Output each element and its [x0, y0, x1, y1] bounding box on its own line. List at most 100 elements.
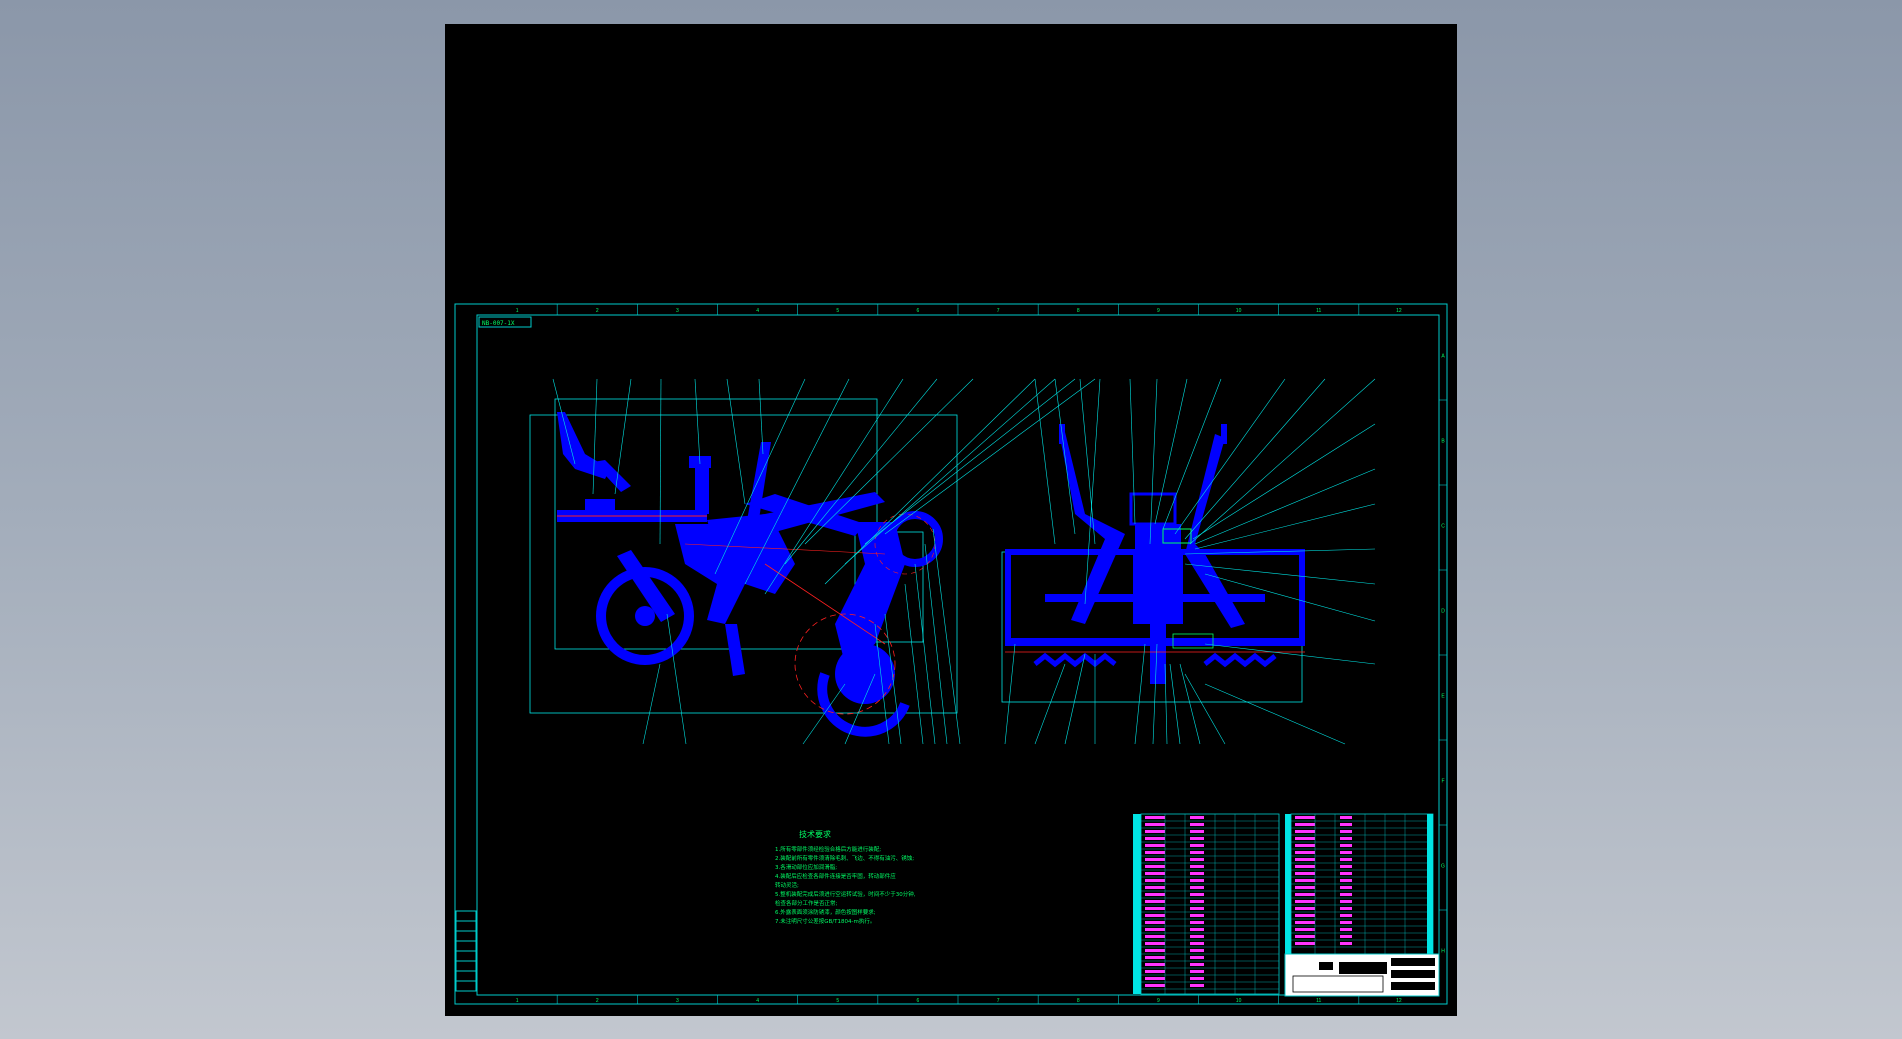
tech-requirement-line: 5.整机装配完成后须进行空运转试验，时间不少于30分钟, [775, 890, 916, 898]
col-label-top: 2 [596, 308, 599, 314]
parts-cell-mark [1145, 858, 1165, 861]
parts-cell-mark [1145, 893, 1165, 896]
title-block [1284, 953, 1440, 997]
parts-cell-mark [1340, 872, 1352, 875]
parts-cell-mark [1145, 907, 1165, 910]
col-label-bottom: 4 [756, 998, 759, 1004]
col-label-top: 4 [756, 308, 759, 314]
parts-cell-mark [1340, 921, 1352, 924]
parts-cell-mark [1190, 956, 1204, 959]
parts-cell-mark [1340, 935, 1352, 938]
col-label-top: 12 [1396, 308, 1402, 314]
drawing-code: NB-007-1X [482, 320, 515, 327]
col-label-top: 5 [836, 308, 839, 314]
parts-cell-mark [1295, 928, 1315, 931]
parts-cell-mark [1295, 942, 1315, 945]
row-label: A [1441, 354, 1445, 360]
parts-cell-mark [1145, 935, 1165, 938]
parts-cell-mark [1190, 900, 1204, 903]
parts-cell-mark [1340, 907, 1352, 910]
parts-cell-mark [1190, 865, 1204, 868]
parts-cell-mark [1295, 879, 1315, 882]
col-label-top: 1 [516, 308, 519, 314]
parts-cell-mark [1295, 851, 1315, 854]
parts-cell-mark [1145, 837, 1165, 840]
col-label-bottom: 10 [1236, 998, 1242, 1004]
parts-cell-mark [1145, 865, 1165, 868]
parts-cell-mark [1190, 872, 1204, 875]
parts-cell-mark [1145, 816, 1165, 819]
front-view [1001, 378, 1376, 745]
col-label-top: 11 [1316, 308, 1321, 314]
row-label: G [1441, 864, 1445, 870]
tech-requirement-line: 1.所有零部件须经检验合格后方能进行装配; [775, 845, 881, 853]
col-label-bottom: 11 [1316, 998, 1321, 1004]
parts-cell-mark [1190, 816, 1204, 819]
technical-requirements: 技术要求 1.所有零部件须经检验合格后方能进行装配;2.装配前所有零件须清除毛刺… [775, 829, 916, 925]
row-label: H [1441, 949, 1445, 955]
parts-cell-mark [1145, 851, 1165, 854]
parts-cell-mark [1145, 984, 1165, 987]
cad-viewport[interactable]: 1 1 2 2 3 3 4 4 5 5 6 6 7 7 8 8 9 9 10 10 11 11 12 12 ABCDEFGH … [445, 24, 1457, 1016]
col-label-bottom: 9 [1157, 998, 1160, 1004]
parts-cell-mark [1340, 914, 1352, 917]
col-label-bottom: 3 [676, 998, 679, 1004]
parts-cell-mark [1295, 893, 1315, 896]
col-label-bottom: 8 [1077, 998, 1080, 1004]
parts-cell-mark [1145, 900, 1165, 903]
row-label: D [1441, 609, 1445, 615]
parts-cell-mark [1190, 837, 1204, 840]
parts-cell-mark [1190, 907, 1204, 910]
parts-cell-mark [1145, 914, 1165, 917]
parts-cell-mark [1340, 837, 1352, 840]
parts-cell-mark [1295, 921, 1315, 924]
parts-cell-mark [1340, 865, 1352, 868]
tech-requirement-line: 6.外露表面须涂防锈漆，颜色按图样要求; [775, 908, 876, 916]
tech-requirement-line: 7.未注明尺寸公差按GB/T1804-m执行。 [775, 917, 875, 925]
parts-cell-mark [1190, 893, 1204, 896]
tech-requirement-line: 检查各部分工作是否正常; [775, 899, 838, 907]
parts-cell-mark [1190, 914, 1204, 917]
parts-cell-mark [1295, 830, 1315, 833]
parts-cell-mark [1190, 858, 1204, 861]
parts-cell-mark [1295, 837, 1315, 840]
parts-list-left [1133, 813, 1280, 995]
parts-cell-mark [1340, 900, 1352, 903]
parts-cell-mark [1340, 844, 1352, 847]
parts-cell-mark [1145, 830, 1165, 833]
col-label-top: 7 [997, 308, 1000, 314]
col-label-top: 3 [676, 308, 679, 314]
parts-cell-mark [1190, 935, 1204, 938]
parts-cell-mark [1145, 844, 1165, 847]
col-label-top: 9 [1157, 308, 1160, 314]
parts-cell-mark [1190, 949, 1204, 952]
revision-block [455, 910, 477, 992]
parts-cell-mark [1190, 886, 1204, 889]
parts-cell-mark [1340, 893, 1352, 896]
parts-cell-mark [1190, 984, 1204, 987]
parts-cell-mark [1340, 879, 1352, 882]
parts-cell-mark [1340, 858, 1352, 861]
col-label-bottom: 12 [1396, 998, 1402, 1004]
parts-cell-mark [1340, 816, 1352, 819]
col-label-top: 8 [1077, 308, 1080, 314]
row-label: B [1441, 439, 1445, 445]
parts-cell-mark [1190, 928, 1204, 931]
col-label-top: 6 [917, 308, 920, 314]
parts-cell-mark [1295, 886, 1315, 889]
sheet-border [454, 303, 1448, 1005]
col-label-bottom: 7 [997, 998, 1000, 1004]
parts-cell-mark [1190, 851, 1204, 854]
row-label: F [1441, 779, 1444, 785]
parts-cell-mark [1190, 879, 1204, 882]
parts-cell-mark [1295, 914, 1315, 917]
parts-cell-mark [1145, 977, 1165, 980]
parts-cell-mark [1295, 816, 1315, 819]
parts-cell-mark [1145, 928, 1165, 931]
parts-cell-mark [1340, 851, 1352, 854]
parts-cell-mark [1295, 907, 1315, 910]
column-zone-labels: 112233445566778899101011111212 [516, 304, 1402, 1004]
parts-cell-mark [1145, 886, 1165, 889]
parts-cell-mark [1295, 935, 1315, 938]
parts-cell-mark [1190, 977, 1204, 980]
